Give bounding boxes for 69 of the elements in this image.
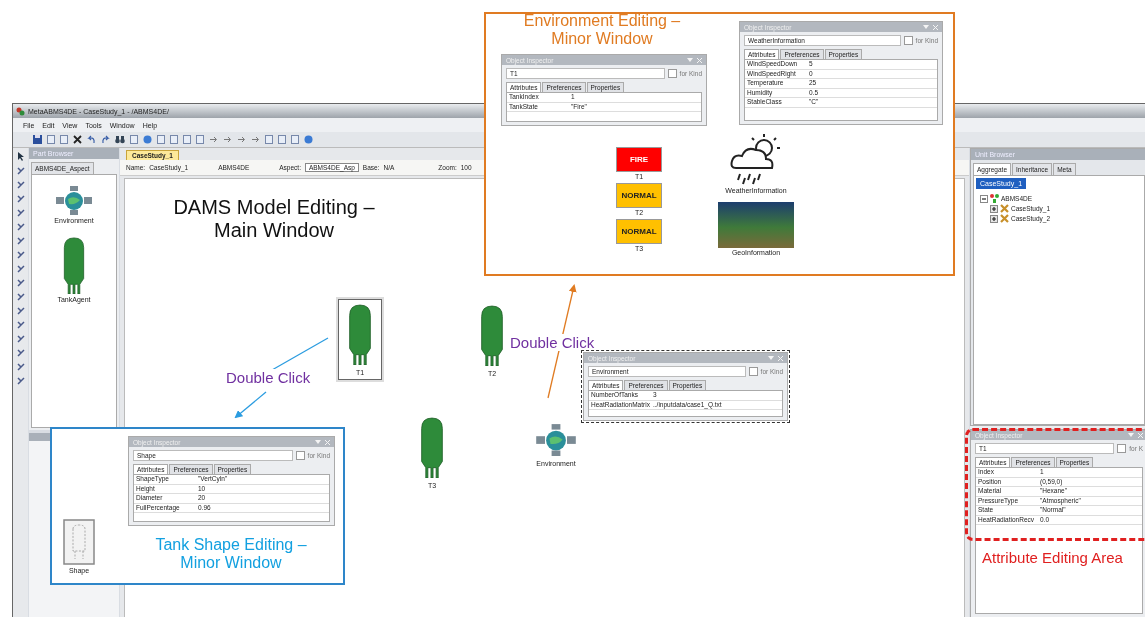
leader-line	[271, 337, 329, 371]
model-icon	[990, 194, 999, 203]
callout-caption: Double Click	[510, 334, 595, 351]
ball-icon[interactable]	[304, 135, 313, 144]
status-indicator: NORMAL	[616, 219, 662, 244]
tool-icon[interactable]	[16, 181, 25, 189]
expander-icon[interactable]	[980, 194, 988, 203]
checkbox[interactable]	[295, 451, 305, 460]
tool-icon[interactable]	[16, 279, 25, 287]
callout-caption: Tank Shape Editing – Minor Window	[154, 536, 308, 573]
tool-icon[interactable]	[16, 251, 25, 259]
close-icon[interactable]	[325, 439, 330, 445]
pointer-icon[interactable]	[16, 152, 25, 161]
callout-caption: DAMS Model Editing – Main Window	[172, 196, 376, 242]
expander-icon[interactable]	[990, 204, 998, 213]
callout-caption: Double Click	[226, 369, 311, 386]
status-indicator: NORMAL	[616, 183, 662, 208]
crossed-tools-icon	[1000, 214, 1009, 223]
checkbox[interactable]	[903, 36, 913, 45]
dropdown-icon[interactable]	[687, 58, 693, 62]
ball-icon[interactable]	[143, 135, 152, 144]
tool-icon[interactable]	[16, 363, 25, 371]
shape-icon	[63, 519, 95, 565]
tool-icon[interactable]	[16, 167, 25, 175]
checkbox[interactable]	[1117, 444, 1127, 453]
binoculars-icon[interactable]	[115, 135, 125, 144]
close-icon[interactable]	[1138, 432, 1143, 438]
close-icon[interactable]	[697, 57, 702, 63]
tank-icon	[479, 304, 505, 366]
app-logo-icon	[16, 106, 25, 116]
dropdown-icon[interactable]	[1128, 433, 1134, 437]
callout-arrow	[234, 391, 267, 419]
checkbox[interactable]	[667, 69, 677, 78]
arrow-icon[interactable]	[251, 135, 260, 144]
redo-icon[interactable]	[101, 135, 110, 144]
checkbox[interactable]	[748, 367, 758, 376]
document-icon[interactable]	[130, 135, 138, 144]
tool-icon[interactable]	[16, 209, 25, 217]
dropdown-icon[interactable]	[768, 356, 774, 360]
tool-icon[interactable]	[16, 307, 25, 315]
undo-icon[interactable]	[87, 135, 96, 144]
tank-icon	[419, 416, 445, 478]
tank-icon	[347, 303, 373, 365]
close-icon[interactable]	[778, 355, 783, 361]
tool-icon[interactable]	[16, 265, 25, 273]
status-indicator: FIRE	[616, 147, 662, 172]
crossed-tools-icon	[1000, 204, 1009, 213]
tool-icon[interactable]	[16, 377, 25, 385]
tool-icon[interactable]	[16, 293, 25, 301]
callout-caption: Environment Editing – Minor Window	[522, 12, 682, 49]
callout-caption: Attribute Editing Area	[981, 549, 1124, 567]
tool-icon[interactable]	[16, 195, 25, 203]
cross-icon[interactable]	[73, 135, 82, 144]
expander-icon[interactable]	[990, 214, 998, 223]
dropdown-icon[interactable]	[923, 25, 929, 29]
arrow-icon[interactable]	[237, 135, 246, 144]
tank-icon	[62, 236, 86, 294]
arrow-icon[interactable]	[223, 135, 232, 144]
arrow-icon[interactable]	[209, 135, 218, 144]
close-icon[interactable]	[933, 24, 938, 30]
tool-icon[interactable]	[16, 321, 25, 329]
dropdown-icon[interactable]	[315, 440, 321, 444]
globe-icon	[534, 423, 578, 456]
tool-icon[interactable]	[16, 237, 25, 245]
floppy-icon[interactable]	[33, 135, 42, 144]
tool-icon[interactable]	[16, 335, 25, 343]
tool-icon[interactable]	[16, 349, 25, 357]
globe-icon	[54, 185, 94, 215]
tool-icon[interactable]	[16, 223, 25, 231]
